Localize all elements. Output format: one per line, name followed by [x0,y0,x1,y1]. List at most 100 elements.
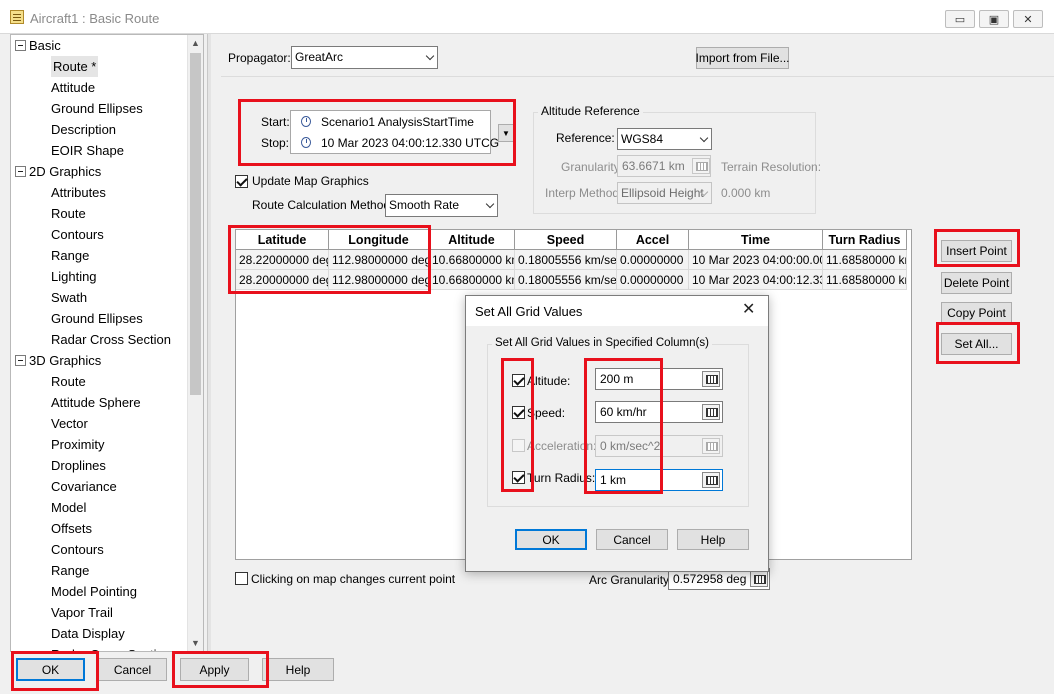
chevron-down-icon [485,199,495,209]
close-window-button[interactable]: ✕ [1013,10,1043,28]
tree-item[interactable]: Radar Cross Section [51,329,171,350]
tree-item[interactable]: Proximity [51,434,104,455]
tree-scrollbar[interactable]: ▲ ▼ [187,35,203,651]
reference-select[interactable]: WGS84 [617,128,712,150]
tree-item[interactable]: Attitude [51,77,95,98]
tree-item[interactable]: Route [51,203,86,224]
grid-cell[interactable]: 112.98000000 deg [329,250,429,270]
turn-radius-value: 1 km [600,473,627,487]
grid-cell[interactable]: 10.66800000 km [429,250,515,270]
tree-item[interactable]: Range [51,560,89,581]
tree-item[interactable]: Covariance [51,476,117,497]
grid-cell[interactable]: 0.18005556 km/sec [515,250,617,270]
grid-cell[interactable]: 28.20000000 deg [236,270,329,290]
grid-cell[interactable]: 0.18005556 km/sec [515,270,617,290]
column-header[interactable]: Turn Radius [823,230,907,250]
altitude-value: 200 m [600,372,634,386]
tree-item[interactable]: Attitude Sphere [51,392,141,413]
stop-label: Stop: [261,136,290,150]
tree-item[interactable]: Model [51,497,86,518]
units-icon[interactable] [702,404,720,420]
time-period-field[interactable]: Scenario1 AnalysisStartTime 10 Mar 2023 … [290,110,499,154]
tree-item[interactable]: EOIR Shape [51,140,124,161]
divider [221,76,1054,77]
grid-cell[interactable]: 112.98000000 deg [329,270,429,290]
minimize-button[interactable]: ▭ [945,10,975,28]
grid-cell[interactable]: 0.00000000 [617,250,689,270]
collapse-icon[interactable] [15,40,26,51]
column-header[interactable]: Latitude [236,230,329,250]
copy-point-button[interactable]: Copy Point [941,302,1012,324]
grid-cell[interactable]: 0.00000000 [617,270,689,290]
grid-cell[interactable]: 11.68580000 km [823,270,907,290]
dialog-help-button[interactable]: Help [677,529,749,550]
dialog-cancel-button[interactable]: Cancel [596,529,668,550]
tree-item[interactable]: Data Display [51,623,125,644]
altitude-checkbox[interactable] [512,374,525,387]
units-icon[interactable] [750,571,768,587]
tree-item[interactable]: Droplines [51,455,106,476]
import-from-file-button[interactable]: Import from File... [696,47,790,69]
scroll-thumb[interactable] [190,53,201,395]
tree-item[interactable]: Offsets [51,518,92,539]
tree-item[interactable]: Contours [51,539,104,560]
tree-item[interactable]: Route [51,371,86,392]
grid-cell[interactable]: 10.66800000 km [429,270,515,290]
help-button[interactable]: Help [262,658,334,681]
turn-radius-checkbox[interactable] [512,471,525,484]
acceleration-value: 0 km/sec^2 [600,439,661,453]
grid-cell[interactable]: 10 Mar 2023 04:00:12.330 [689,270,823,290]
collapse-icon[interactable] [15,166,26,177]
clicking-map-checkbox[interactable] [235,572,248,585]
tree-item[interactable]: Attributes [51,182,106,203]
delete-point-button[interactable]: Delete Point [941,272,1012,294]
propagator-select[interactable]: GreatArc [291,46,438,69]
tree-group[interactable]: 2D Graphics [15,161,101,182]
column-header[interactable]: Altitude [429,230,515,250]
tree-item[interactable]: Contours [51,224,104,245]
tree-item[interactable]: Lighting [51,266,97,287]
column-header[interactable]: Longitude [329,230,429,250]
units-icon[interactable] [702,472,720,488]
tree-group[interactable]: 3D Graphics [15,350,101,371]
insert-point-button[interactable]: Insert Point [941,240,1012,262]
set-all-button[interactable]: Set All... [941,333,1012,355]
tree-item[interactable]: Range [51,245,89,266]
grid-cell[interactable]: 10 Mar 2023 04:00:00.000 [689,250,823,270]
tree-item[interactable]: Ground Ellipses [51,308,143,329]
dialog-ok-button[interactable]: OK [515,529,587,550]
tree-item[interactable]: Model Pointing [51,581,137,602]
column-header[interactable]: Speed [515,230,617,250]
time-options-button[interactable]: ▼ [498,124,514,142]
tree-group-label: Basic [29,38,61,53]
ok-button[interactable]: OK [16,658,85,681]
maximize-button[interactable]: ▣ [979,10,1009,28]
scroll-up-icon[interactable]: ▲ [190,37,201,49]
cancel-button[interactable]: Cancel [98,658,167,681]
tree-group[interactable]: Basic [15,35,61,56]
scroll-down-icon[interactable]: ▼ [190,637,201,649]
tree-item[interactable]: Route * [51,56,99,77]
units-icon[interactable] [702,371,720,387]
grid-cell[interactable]: 11.68580000 km [823,250,907,270]
apply-button[interactable]: Apply [180,658,249,681]
collapse-icon[interactable] [15,355,26,366]
start-time-value[interactable]: Scenario1 AnalysisStartTime [321,115,474,129]
tree-item[interactable]: Vector [51,413,88,434]
column-header[interactable]: Accel [617,230,689,250]
tree-item[interactable]: Vapor Trail [51,602,113,623]
route-calc-method-select[interactable]: Smooth Rate [385,194,498,217]
update-map-graphics-checkbox[interactable] [235,175,248,188]
grid-cell[interactable]: 28.22000000 deg [236,250,329,270]
close-icon[interactable]: ✕ [742,302,755,318]
column-header[interactable]: Time [689,230,823,250]
stop-time-value[interactable]: 10 Mar 2023 04:00:12.330 UTCG [321,136,499,150]
tree-item[interactable]: Ground Ellipses [51,98,143,119]
columns-group-title: Set All Grid Values in Specified Column(… [492,337,712,349]
speed-checkbox[interactable] [512,406,525,419]
properties-tree[interactable]: ▲ ▼ Basic Route * Attitude Ground Ellipses D… [10,34,204,652]
tree-item[interactable]: Description [51,119,116,140]
tree-item[interactable]: Radar Cross Section [51,644,171,651]
tree-item[interactable]: Swath [51,287,87,308]
pane-splitter[interactable] [207,34,211,654]
